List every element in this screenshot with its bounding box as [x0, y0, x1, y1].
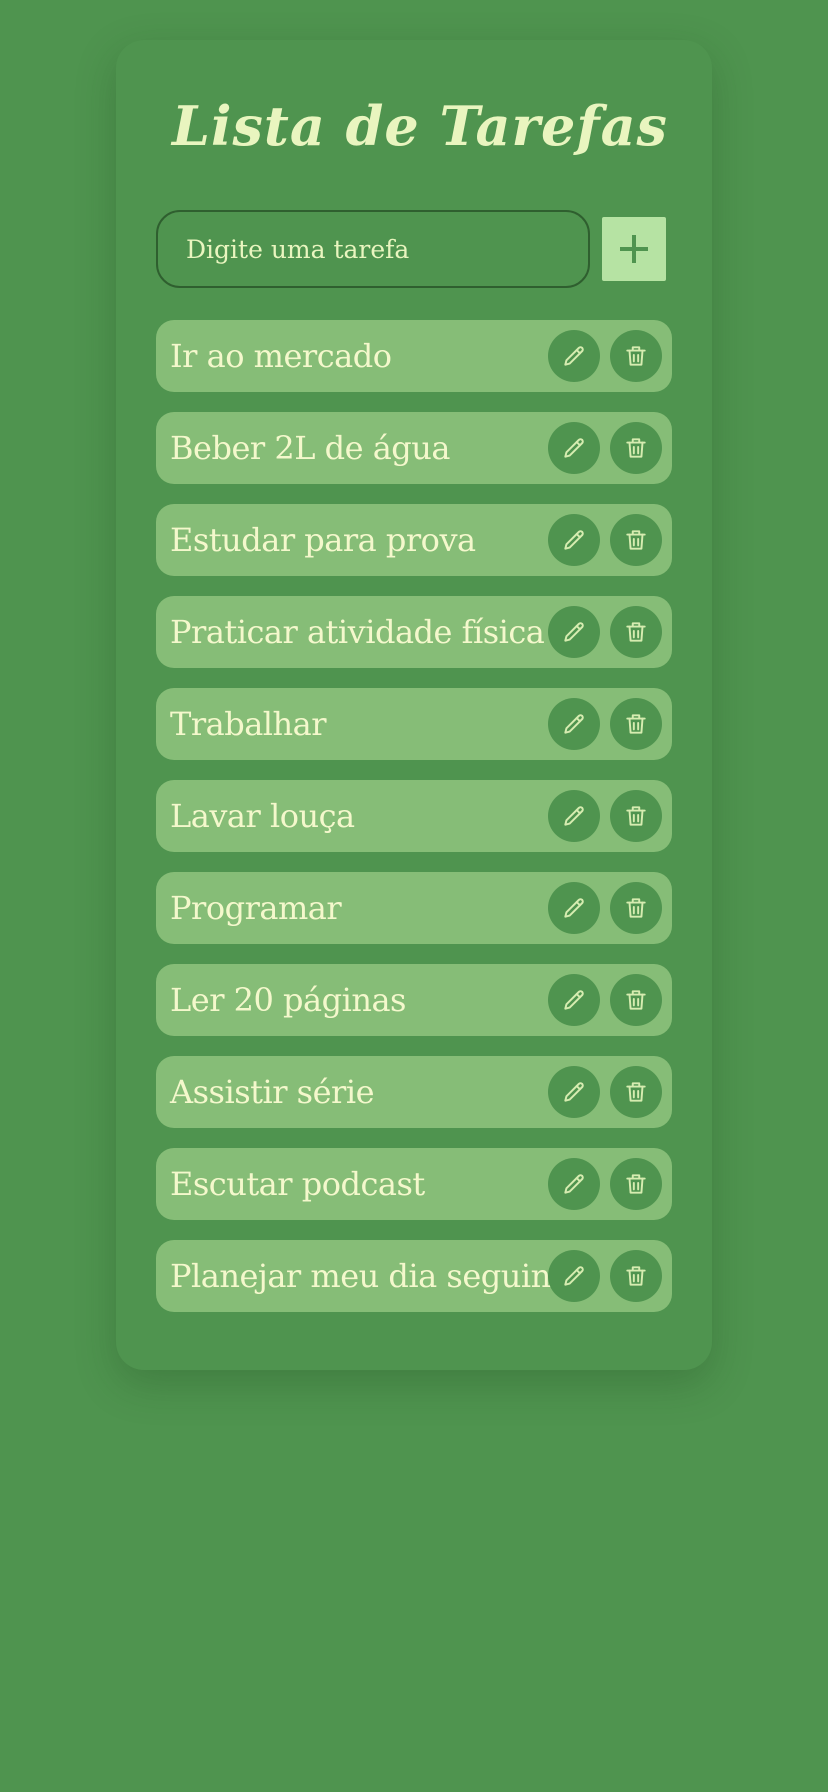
- task-label: Lavar louça: [170, 797, 355, 835]
- add-task-button[interactable]: [602, 217, 666, 281]
- delete-task-button[interactable]: [610, 882, 662, 934]
- task-label: Trabalhar: [170, 705, 327, 743]
- pencil-icon: [564, 714, 584, 734]
- page-title: Lista de Tarefas: [172, 94, 668, 158]
- task-label: Praticar atividade física: [170, 613, 545, 651]
- task-label: Beber 2L de água: [170, 429, 450, 467]
- delete-task-button[interactable]: [610, 790, 662, 842]
- delete-task-button[interactable]: [610, 698, 662, 750]
- delete-task-button[interactable]: [610, 1158, 662, 1210]
- delete-task-button[interactable]: [610, 330, 662, 382]
- pencil-icon: [564, 1266, 584, 1286]
- task-input[interactable]: [156, 210, 590, 288]
- edit-task-button[interactable]: [548, 1066, 600, 1118]
- trash-icon: [626, 622, 646, 642]
- edit-task-button[interactable]: [548, 330, 600, 382]
- plus-icon: [620, 235, 648, 263]
- pencil-icon: [564, 898, 584, 918]
- trash-icon: [626, 806, 646, 826]
- delete-task-button[interactable]: [610, 974, 662, 1026]
- list-item: Praticar atividade física: [156, 596, 672, 668]
- delete-task-button[interactable]: [610, 606, 662, 658]
- delete-task-button[interactable]: [610, 1066, 662, 1118]
- trash-icon: [626, 714, 646, 734]
- delete-task-button[interactable]: [610, 1250, 662, 1302]
- list-item: Beber 2L de água: [156, 412, 672, 484]
- pencil-icon: [564, 1082, 584, 1102]
- list-item: Assistir série: [156, 1056, 672, 1128]
- trash-icon: [626, 1174, 646, 1194]
- trash-icon: [626, 990, 646, 1010]
- list-item: Lavar louça: [156, 780, 672, 852]
- edit-task-button[interactable]: [548, 974, 600, 1026]
- trash-icon: [626, 898, 646, 918]
- list-item: Escutar podcast: [156, 1148, 672, 1220]
- delete-task-button[interactable]: [610, 422, 662, 474]
- pencil-icon: [564, 438, 584, 458]
- trash-icon: [626, 1266, 646, 1286]
- pencil-icon: [564, 1174, 584, 1194]
- trash-icon: [626, 346, 646, 366]
- edit-task-button[interactable]: [548, 1158, 600, 1210]
- task-label: Ir ao mercado: [170, 337, 392, 375]
- edit-task-button[interactable]: [548, 514, 600, 566]
- edit-task-button[interactable]: [548, 606, 600, 658]
- task-label: Ler 20 páginas: [170, 981, 406, 1019]
- list-item: Estudar para prova: [156, 504, 672, 576]
- task-label: Programar: [170, 889, 342, 927]
- list-item: Ler 20 páginas: [156, 964, 672, 1036]
- trash-icon: [626, 1082, 646, 1102]
- list-item: Trabalhar: [156, 688, 672, 760]
- task-label: Escutar podcast: [170, 1165, 425, 1203]
- task-input-row: [156, 210, 666, 292]
- todo-card: Lista de Tarefas Ir ao mercado Beber 2L …: [116, 40, 712, 1370]
- trash-icon: [626, 438, 646, 458]
- list-item: Planejar meu dia seguinte: [156, 1240, 672, 1312]
- pencil-icon: [564, 990, 584, 1010]
- list-item: Ir ao mercado: [156, 320, 672, 392]
- edit-task-button[interactable]: [548, 882, 600, 934]
- edit-task-button[interactable]: [548, 1250, 600, 1302]
- edit-task-button[interactable]: [548, 790, 600, 842]
- task-list: Ir ao mercado Beber 2L de água Estudar p…: [156, 320, 672, 1332]
- list-item: Programar: [156, 872, 672, 944]
- pencil-icon: [564, 806, 584, 826]
- edit-task-button[interactable]: [548, 422, 600, 474]
- task-label: Planejar meu dia seguinte: [170, 1257, 582, 1295]
- edit-task-button[interactable]: [548, 698, 600, 750]
- pencil-icon: [564, 346, 584, 366]
- pencil-icon: [564, 622, 584, 642]
- trash-icon: [626, 530, 646, 550]
- pencil-icon: [564, 530, 584, 550]
- task-label: Estudar para prova: [170, 521, 476, 559]
- delete-task-button[interactable]: [610, 514, 662, 566]
- task-label: Assistir série: [170, 1073, 375, 1111]
